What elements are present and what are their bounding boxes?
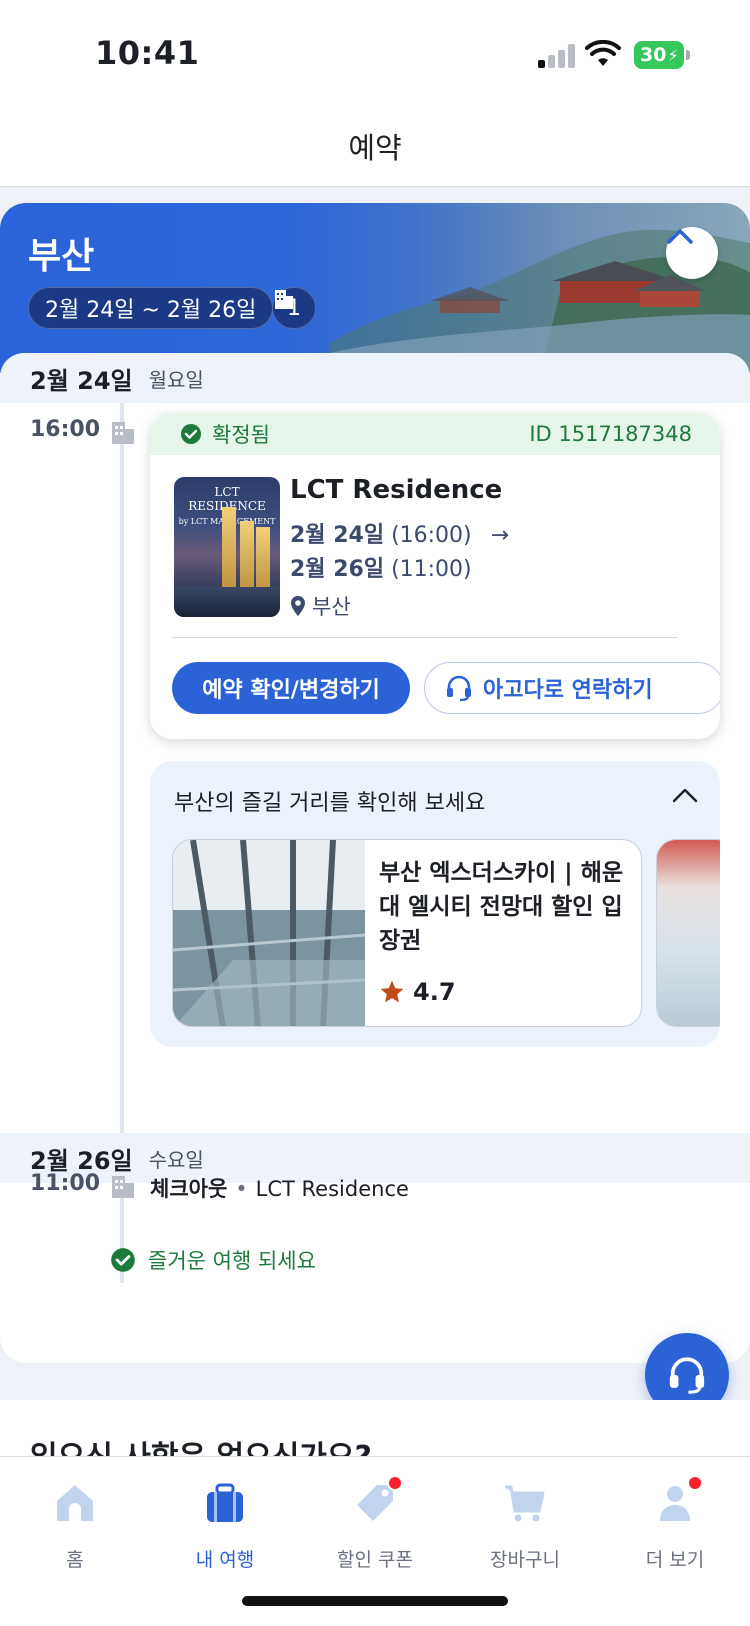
checkin-time: (16:00) [391,523,472,548]
booking-id: ID 1517187348 [529,422,692,446]
closing-message: 즐거운 여행 되세요 [148,1249,316,1273]
page-header: 예약 [0,105,750,187]
booking-status: 확정됨 [212,423,270,447]
tab-cart-label: 장바구니 [490,1549,560,1571]
hotel-name: LCT Residence [290,475,503,505]
closing-message-row: 즐거운 여행 되세요 [110,1245,316,1275]
location-pin-icon [291,596,305,616]
trip-card: 부산 2월 24일 ~ 2월 26일 1 2월 24일 월요일 16:00 확정… [0,203,750,1363]
check-circle-icon [181,424,201,444]
hotel-icon [112,1176,134,1198]
activity-rating: 4.7 [379,978,456,1006]
contact-agoda-button[interactable]: 아고다로 연락하기 [424,662,720,714]
checkin-date: 2월 24일 [290,523,385,548]
checkout-line: 2월 26일 (11:00) [290,551,472,583]
day-date: 2월 24일 [30,366,133,395]
trip-date-range: 2월 24일 ~ 2월 26일 [28,287,274,329]
battery-icon: 30 ⚡ [634,41,690,69]
tab-home[interactable]: 홈 [0,1479,150,1572]
property-count-badge: 1 [272,287,316,329]
headset-icon [669,1357,705,1394]
tab-coupons-label: 할인 쿠폰 [337,1549,413,1571]
tab-home-label: 홈 [66,1549,84,1571]
trip-banner: 부산 2월 24일 ~ 2월 26일 1 [0,203,750,373]
wifi-icon [585,40,621,66]
building-icon [275,290,293,309]
trip-city: 부산 [28,236,95,277]
activity-title: 부산 엑스더스카이 | 해운대 엘시티 전망대 할인 입장권 [379,860,624,954]
day-weekday: 월요일 [148,367,204,392]
hotel-thumbnail: LCT RESIDENCEby LCT MANAGEMENT [174,477,280,617]
event-time: 11:00 [30,1171,101,1196]
tab-cart[interactable]: 장바구니 [450,1479,600,1572]
page-title: 예약 [348,130,402,165]
event-time: 16:00 [30,417,101,442]
arrow-right-icon: → [490,523,510,548]
activity-rating-value: 4.7 [413,978,456,1006]
activity-image [173,840,365,1026]
day-header: 2월 24일 월요일 [0,353,750,403]
notification-dot [387,1475,403,1491]
collapse-trip-button[interactable] [666,227,718,279]
booking-status-row: 확정됨 ID 1517187348 [150,413,720,455]
divider [172,637,678,638]
activity-card-next[interactable] [656,839,720,1027]
cart-icon [505,1485,545,1522]
star-icon [380,980,404,1003]
checkin-line: 2월 24일 (16:00) → [290,517,509,549]
headset-icon [447,675,471,702]
hotel-location: 부산 [290,591,351,621]
contact-agoda-label: 아고다로 연락하기 [483,678,653,703]
hotel-icon [112,422,134,444]
tab-coupons[interactable]: 할인 쿠폰 [300,1475,450,1572]
status-bar: 10:41 30 ⚡ [0,0,750,105]
home-icon [57,1485,93,1521]
tab-more[interactable]: 더 보기 [600,1475,750,1572]
chevron-up-icon[interactable] [672,787,698,803]
checkout-property: LCT Residence [255,1177,409,1201]
activities-section: 부산의 즐길 거리를 확인해 보세요 부산 엑스더스카이 | 해운대 엘시티 전… [150,761,720,1047]
hotel-location-text: 부산 [312,595,351,619]
checkout-date: 2월 26일 [290,557,385,582]
check-circle-icon [111,1248,135,1272]
notification-dot [687,1475,703,1491]
cellular-signal-icon [538,44,576,68]
activities-title: 부산의 즐길 거리를 확인해 보세요 [174,791,486,816]
suitcase-icon [207,1483,243,1522]
checkout-label: 체크아웃 [150,1177,228,1201]
status-time: 10:41 [95,34,200,72]
activity-card[interactable]: 부산 엑스더스카이 | 해운대 엘시티 전망대 할인 입장권 4.7 [172,839,642,1027]
checkout-event[interactable]: 체크아웃 • LCT Residence [150,1173,409,1203]
home-indicator [242,1596,508,1606]
manage-booking-button[interactable]: 예약 확인/변경하기 [172,662,410,714]
tab-my-trips[interactable]: 내 여행 [150,1479,300,1572]
checklist-section: 잊으신 사항은 없으신가요? [0,1400,750,1460]
booking-card[interactable]: 확정됨 ID 1517187348 LCT RESIDENCEby LCT MA… [150,413,720,739]
tab-my-trips-label: 내 여행 [195,1549,255,1571]
battery-level: 30 [640,44,667,66]
checkout-time: (11:00) [391,557,472,582]
chevron-up-icon [667,229,693,244]
tab-more-label: 더 보기 [645,1549,705,1571]
day-weekday: 수요일 [148,1147,204,1172]
timeline-line [120,403,124,1133]
